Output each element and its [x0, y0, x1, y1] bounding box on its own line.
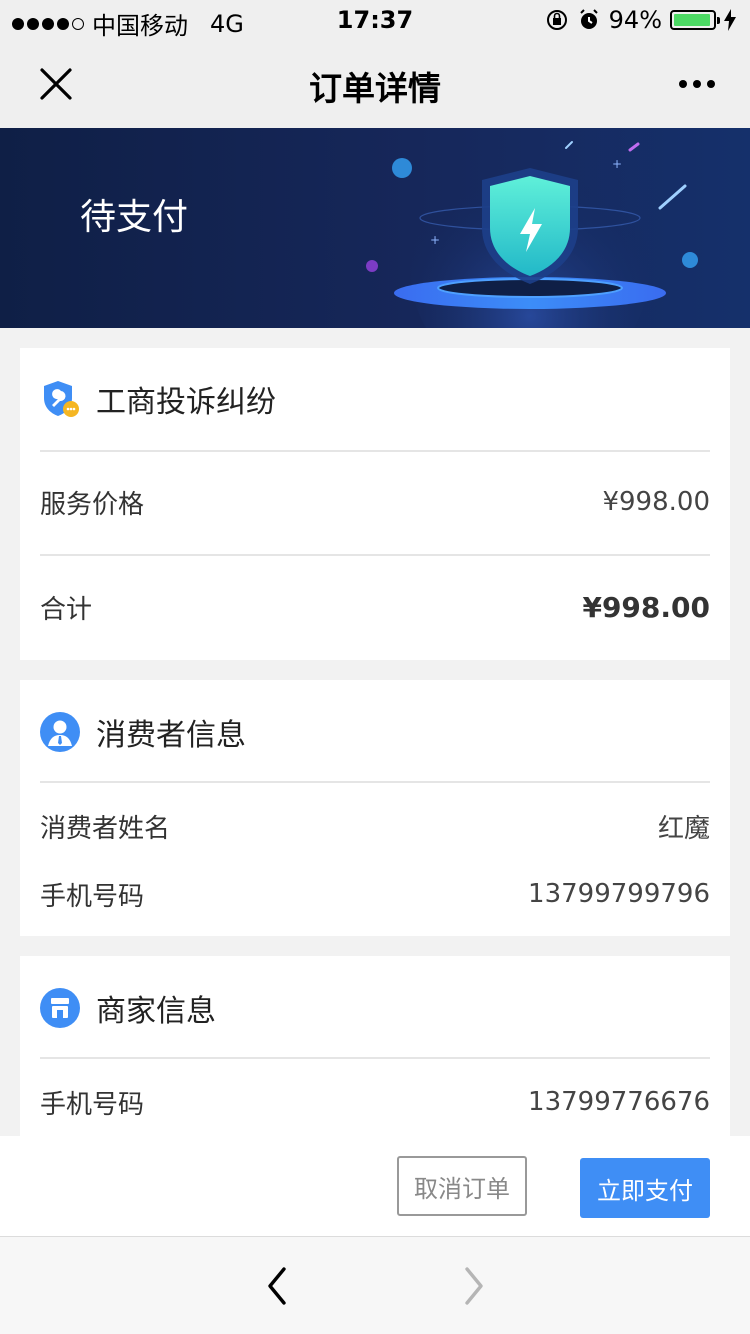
- status-bar: 中国移动 4G 17:37 94%: [0, 0, 750, 40]
- service-price-label: 服务价格: [40, 489, 145, 520]
- service-price-value: ¥998.00: [602, 487, 710, 517]
- svg-text:+: +: [430, 233, 440, 247]
- service-card: 工商投诉纠纷 服务价格 ¥998.00 合计 ¥998.00: [20, 348, 730, 660]
- total-value: ¥998.00: [582, 590, 710, 624]
- user-icon: [40, 712, 80, 752]
- service-price-row: 服务价格 ¥998.00: [40, 480, 710, 524]
- status-right: 94%: [545, 6, 736, 34]
- chevron-left-icon: [268, 1267, 286, 1305]
- consumer-card: 消费者信息 消费者姓名 红魔 手机号码 13799799796: [20, 680, 730, 936]
- total-label: 合计: [40, 594, 93, 625]
- consumer-name-label: 消费者姓名: [40, 813, 171, 844]
- battery-icon: [670, 10, 720, 30]
- merchant-title: 商家信息: [96, 994, 216, 1029]
- consumer-card-header: 消费者信息: [40, 712, 710, 753]
- merchant-phone-label: 手机号码: [40, 1089, 145, 1120]
- action-bar: 取消订单 立即支付: [0, 1136, 750, 1236]
- consumer-title: 消费者信息: [96, 718, 246, 753]
- divider: [40, 450, 710, 452]
- forward-button[interactable]: [455, 1261, 495, 1311]
- merchant-phone-value: 13799776676: [528, 1087, 710, 1117]
- order-status: 待支付: [80, 197, 189, 238]
- shop-icon: [40, 988, 80, 1028]
- more-button[interactable]: [672, 64, 722, 104]
- cancel-order-button[interactable]: 取消订单: [397, 1156, 527, 1216]
- svg-text:+: +: [612, 157, 622, 171]
- consumer-phone-label: 手机号码: [40, 881, 145, 912]
- pay-now-button[interactable]: 立即支付: [580, 1158, 710, 1218]
- more-icon: [679, 80, 687, 88]
- consumer-phone-row: 手机号码 13799799796: [40, 872, 710, 916]
- consumer-name-value: 红魔: [657, 813, 710, 844]
- consumer-name-row: 消费者姓名 红魔: [40, 804, 710, 848]
- battery-percent: 94%: [608, 6, 662, 34]
- divider: [40, 781, 710, 783]
- merchant-card-header: 商家信息: [40, 988, 710, 1029]
- divider: [40, 554, 710, 556]
- service-card-header: 工商投诉纠纷: [40, 378, 710, 420]
- back-button[interactable]: [258, 1261, 298, 1311]
- consumer-phone-value: 13799799796: [528, 879, 710, 909]
- merchant-phone-row: 手机号码 13799776676: [40, 1080, 710, 1124]
- nav-bar: 订单详情: [0, 40, 750, 128]
- shield-illustration: + +: [366, 141, 698, 328]
- merchant-card: 商家信息 手机号码 13799776676: [20, 956, 730, 1136]
- alarm-icon: [579, 9, 598, 29]
- total-row: 合计 ¥998.00: [40, 584, 710, 630]
- status-banner: 待支付 + +: [0, 128, 750, 328]
- browser-nav: [0, 1236, 750, 1334]
- chevron-right-icon: [465, 1267, 483, 1305]
- rotation-lock-icon: [546, 10, 567, 30]
- divider: [40, 1057, 710, 1059]
- shield-wrench-icon: [44, 381, 79, 417]
- charging-icon: [724, 9, 736, 31]
- service-title: 工商投诉纠纷: [96, 385, 276, 420]
- page-title: 订单详情: [309, 69, 441, 108]
